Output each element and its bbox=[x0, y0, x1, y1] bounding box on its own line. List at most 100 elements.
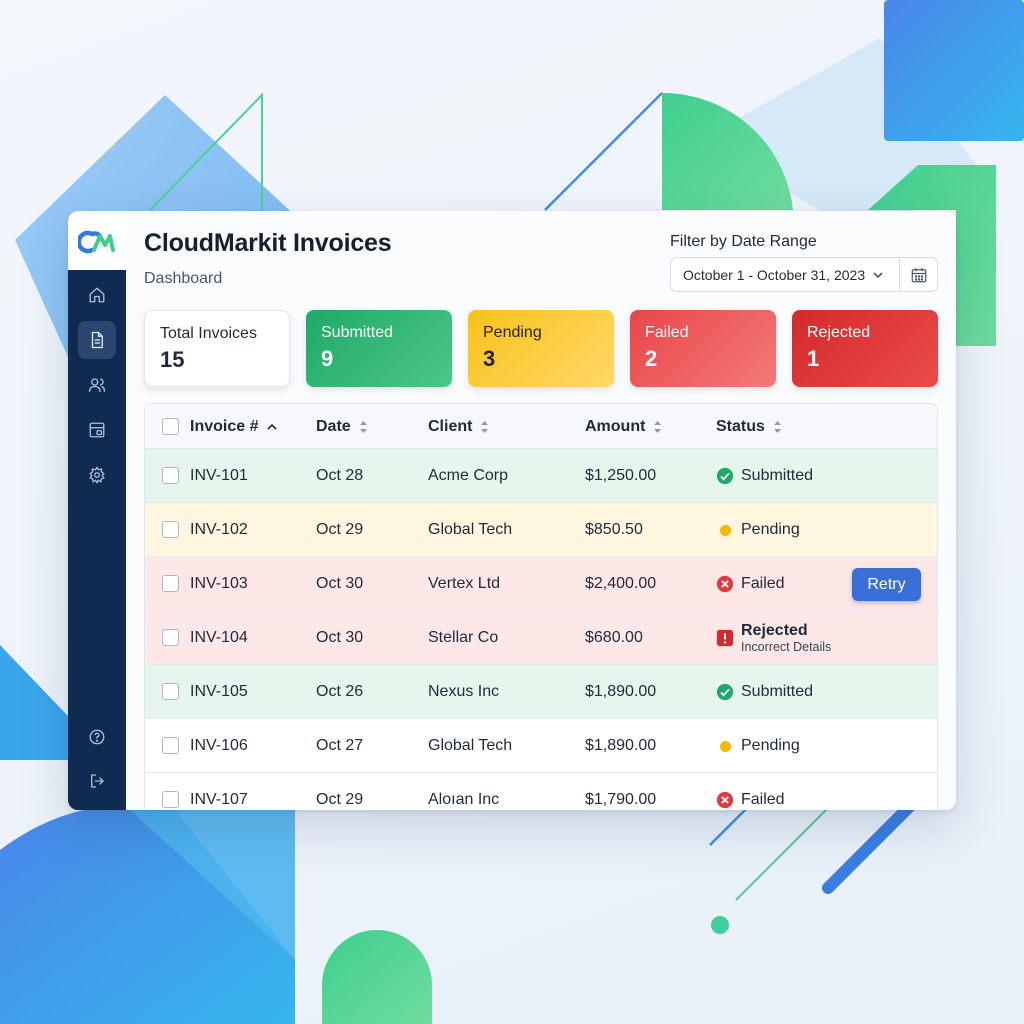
sidebar-item-logout[interactable] bbox=[78, 762, 116, 800]
status-label: Pending bbox=[741, 737, 800, 754]
invoice-date: Oct 28 bbox=[316, 467, 364, 484]
table-row[interactable]: INV-103 Oct 30 Vertex Ltd $2,400.00 Fail… bbox=[145, 557, 937, 611]
billing-icon bbox=[89, 422, 105, 438]
card-submitted[interactable]: Submitted 9 bbox=[306, 310, 452, 387]
card-failed[interactable]: Failed 2 bbox=[630, 310, 776, 387]
card-label: Failed bbox=[645, 324, 689, 341]
status-label: Submitted bbox=[741, 467, 814, 484]
column-header-client[interactable]: Client bbox=[428, 404, 489, 449]
card-label: Rejected bbox=[807, 324, 871, 341]
select-all-checkbox[interactable] bbox=[162, 418, 179, 435]
retry-button[interactable]: Retry bbox=[852, 568, 921, 601]
status-label: Submitted bbox=[741, 683, 814, 700]
calendar-button[interactable] bbox=[899, 258, 937, 291]
error-circle-icon bbox=[716, 791, 734, 809]
invoice-date: Oct 30 bbox=[316, 629, 364, 646]
table-row[interactable]: INV-104 Oct 30 Stellar Co $680.00 Reject… bbox=[145, 611, 937, 665]
table-row[interactable]: INV-107 Oct 29 Aloıan Inc $1,790.00 Fail… bbox=[145, 773, 937, 810]
row-checkbox[interactable] bbox=[162, 791, 179, 808]
date-range-value: October 1 - October 31, 2023 bbox=[683, 266, 866, 283]
alert-square-icon bbox=[716, 629, 734, 647]
invoice-date: Oct 29 bbox=[316, 791, 364, 808]
column-header-invoice[interactable]: Invoice # bbox=[190, 404, 278, 449]
table-row[interactable]: INV-102 Oct 29 Global Tech $850.50 Pendi… bbox=[145, 503, 937, 557]
breadcrumb: Dashboard bbox=[144, 270, 223, 287]
invoice-number: INV-102 bbox=[190, 521, 248, 538]
client-name: Nexus Inc bbox=[428, 683, 500, 700]
client-name: Stellar Co bbox=[428, 629, 499, 646]
invoice-amount: $2,400.00 bbox=[585, 575, 657, 592]
rejected-status: Rejected Incorrect Details bbox=[741, 621, 831, 655]
table-row[interactable]: INV-105 Oct 26 Nexus Inc $1,890.00 Submi… bbox=[145, 665, 937, 719]
sort-icon bbox=[654, 420, 662, 433]
row-checkbox[interactable] bbox=[162, 629, 179, 646]
pending-dot-icon bbox=[720, 524, 731, 536]
sidebar-item-help[interactable] bbox=[78, 718, 116, 756]
page-title: CloudMarkit Invoices bbox=[144, 229, 392, 257]
main-content: CloudMarkit Invoices Dashboard Filter by… bbox=[126, 211, 956, 810]
column-header-date[interactable]: Date bbox=[316, 404, 368, 449]
calendar-icon bbox=[911, 267, 926, 282]
client-name: Acme Corp bbox=[428, 467, 509, 484]
invoice-table: Invoice # Date Client Amount Status INV-… bbox=[144, 403, 938, 810]
status-cell: Pending bbox=[716, 719, 800, 773]
status-cell: Pending bbox=[716, 503, 800, 557]
card-total-invoices[interactable]: Total Invoices 15 bbox=[144, 310, 290, 387]
invoice-number: INV-105 bbox=[190, 683, 248, 700]
invoice-date: Oct 29 bbox=[316, 521, 364, 538]
sidebar-item-settings[interactable] bbox=[78, 456, 116, 494]
status-cell: Submitted bbox=[716, 665, 813, 719]
invoice-amount: $680.00 bbox=[585, 629, 643, 646]
cloudmarkit-logo-icon bbox=[78, 230, 115, 253]
column-header-status[interactable]: Status bbox=[716, 404, 782, 449]
row-checkbox[interactable] bbox=[162, 737, 179, 754]
invoice-date: Oct 30 bbox=[316, 575, 364, 592]
invoice-amount: $1,890.00 bbox=[585, 737, 657, 754]
sidebar-item-home[interactable] bbox=[78, 276, 116, 314]
column-label: Invoice # bbox=[190, 417, 259, 435]
check-circle-icon bbox=[716, 683, 734, 701]
sort-icon bbox=[773, 420, 781, 433]
check-circle-icon bbox=[716, 467, 734, 485]
row-checkbox[interactable] bbox=[162, 521, 179, 538]
table-row[interactable]: INV-106 Oct 27 Global Tech $1,890.00 Pen… bbox=[145, 719, 937, 773]
client-name: Global Tech bbox=[428, 521, 513, 538]
status-label: Failed bbox=[741, 575, 785, 592]
column-header-amount[interactable]: Amount bbox=[585, 404, 662, 449]
card-value: 15 bbox=[160, 347, 185, 372]
sort-icon bbox=[481, 420, 489, 433]
users-icon bbox=[88, 378, 106, 392]
sidebar-item-clients[interactable] bbox=[78, 366, 116, 404]
column-label: Date bbox=[316, 417, 351, 435]
card-value: 1 bbox=[807, 346, 820, 371]
sort-ascending-icon bbox=[267, 423, 278, 430]
status-cell: Submitted bbox=[716, 449, 813, 503]
chevron-down-icon bbox=[873, 271, 883, 278]
status-label: Rejected bbox=[741, 621, 808, 639]
row-checkbox[interactable] bbox=[162, 683, 179, 700]
logo[interactable] bbox=[68, 211, 126, 270]
date-range-select[interactable]: October 1 - October 31, 2023 bbox=[671, 258, 899, 291]
client-name: Aloıan Inc bbox=[428, 791, 500, 808]
invoice-app-window: CloudMarkit Invoices Dashboard Filter by… bbox=[68, 211, 956, 810]
status-detail: Incorrect Details bbox=[741, 640, 832, 655]
home-icon bbox=[89, 287, 105, 303]
card-pending[interactable]: Pending 3 bbox=[468, 310, 614, 387]
logout-icon bbox=[91, 774, 104, 788]
invoice-date: Oct 27 bbox=[316, 737, 364, 754]
invoice-number: INV-101 bbox=[190, 467, 248, 484]
date-filter-label: Filter by Date Range bbox=[670, 233, 817, 250]
card-label: Submitted bbox=[321, 324, 394, 341]
card-rejected[interactable]: Rejected 1 bbox=[792, 310, 938, 387]
column-label: Client bbox=[428, 417, 473, 435]
sidebar-item-invoices[interactable] bbox=[78, 321, 116, 359]
table-row[interactable]: INV-101 Oct 28 Acme Corp $1,250.00 Submi… bbox=[145, 449, 937, 503]
sidebar-item-billing[interactable] bbox=[78, 411, 116, 449]
row-checkbox[interactable] bbox=[162, 467, 179, 484]
status-label: Failed bbox=[741, 791, 785, 808]
row-checkbox[interactable] bbox=[162, 575, 179, 592]
status-label: Pending bbox=[741, 521, 800, 538]
table-header: Invoice # Date Client Amount Status bbox=[145, 404, 937, 449]
invoice-number: INV-104 bbox=[190, 629, 248, 646]
column-label: Status bbox=[716, 417, 765, 435]
